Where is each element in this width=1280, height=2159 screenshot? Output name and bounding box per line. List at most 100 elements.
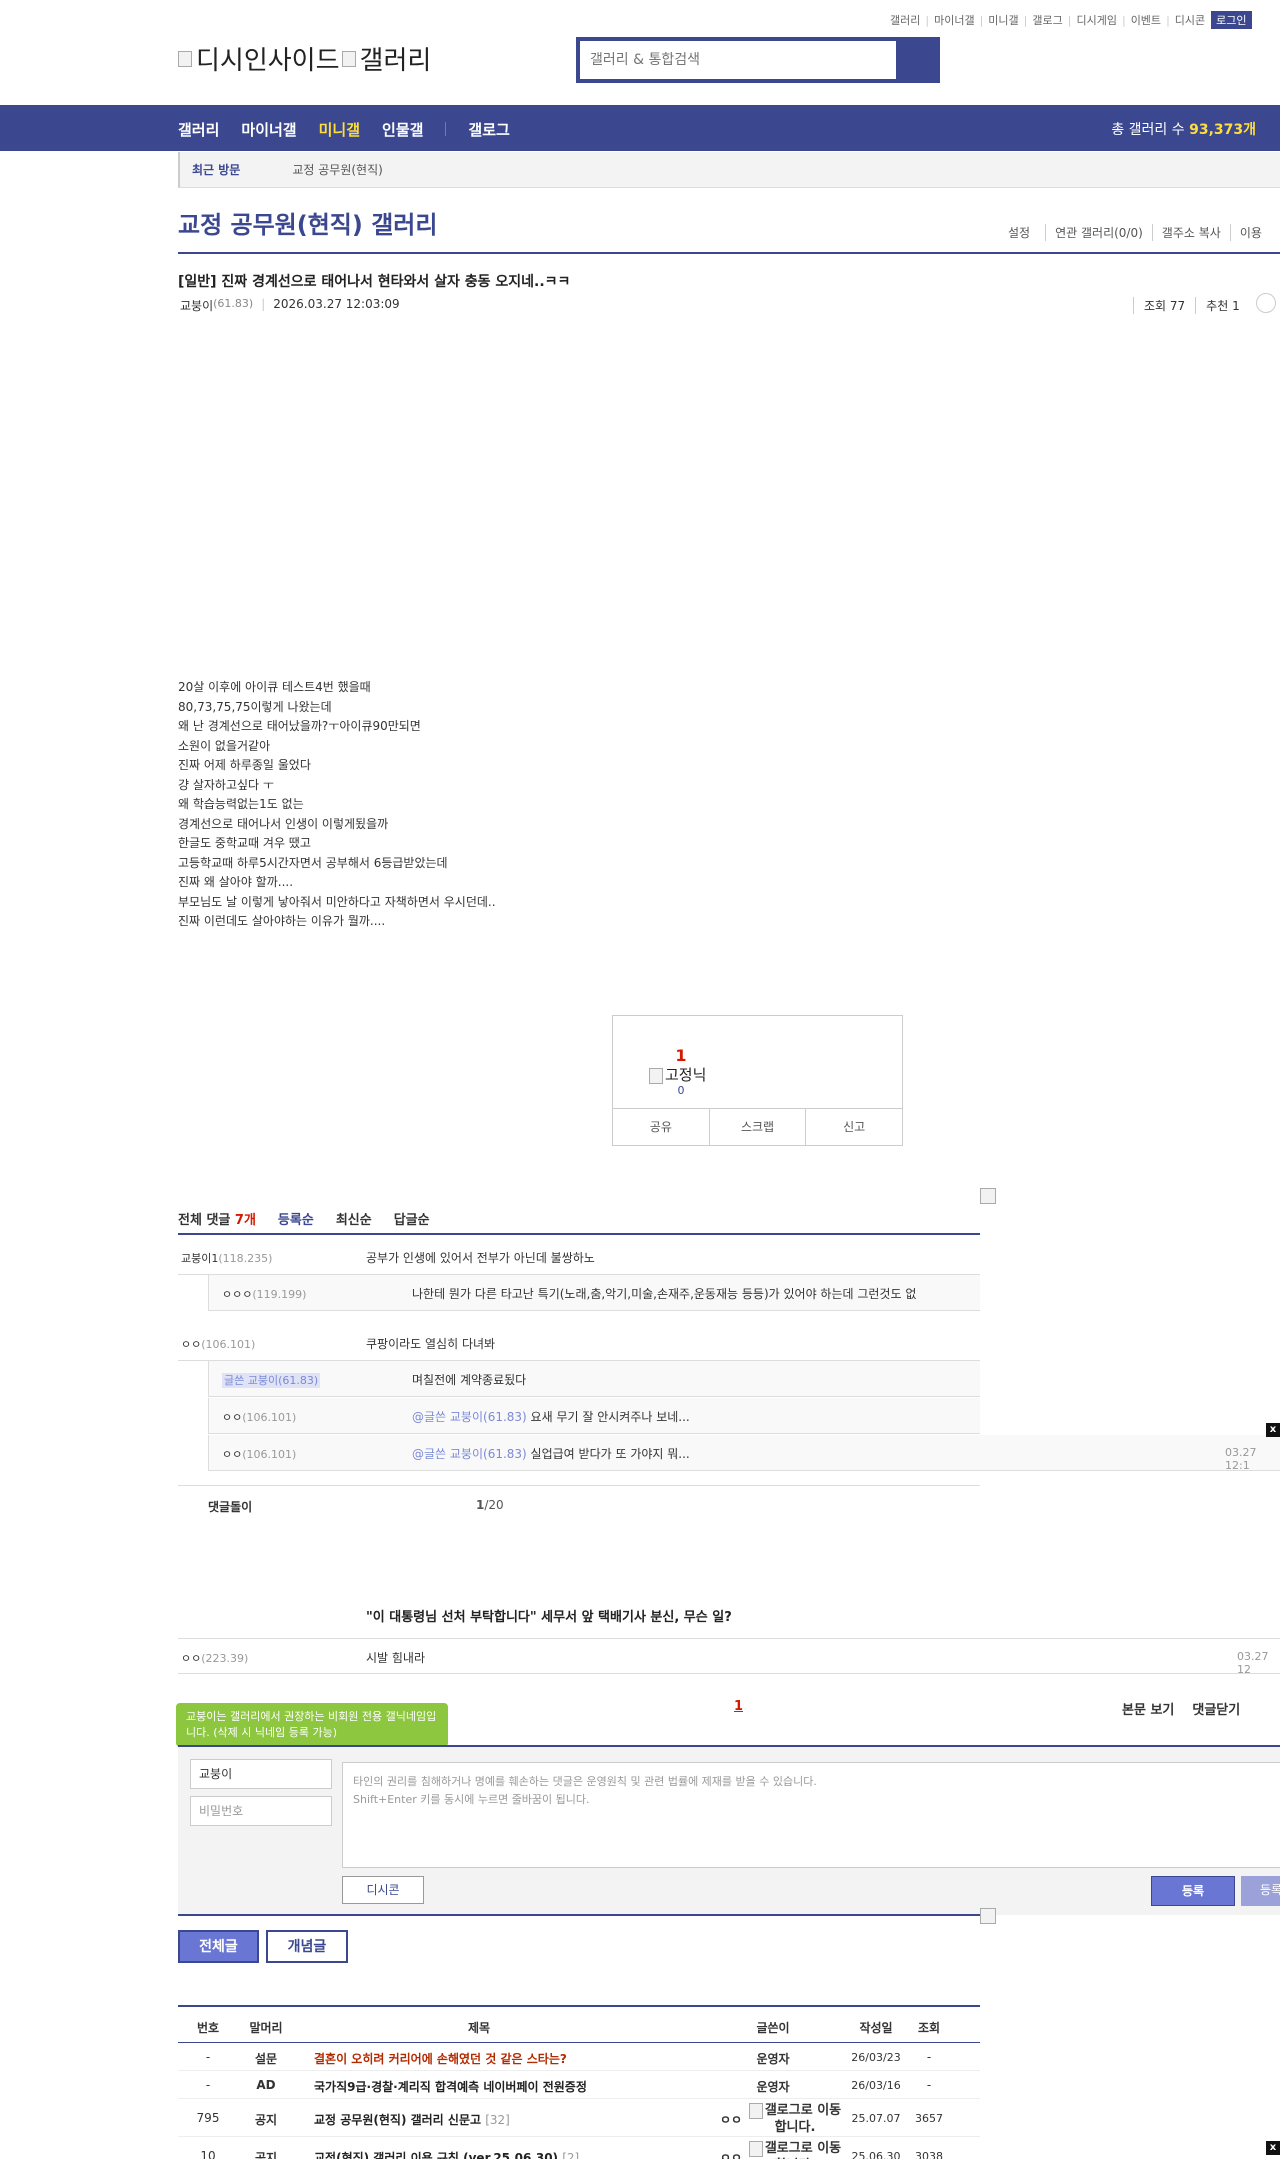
comment-date: 03.27 12 xyxy=(1237,1650,1269,1676)
nav-gallog[interactable]: 갤로그 xyxy=(468,119,509,140)
sort-replies[interactable]: 답글순 xyxy=(394,1209,430,1228)
login-button[interactable]: 로그인 xyxy=(1211,11,1252,29)
util-link-gallery[interactable]: 갤러리 xyxy=(890,12,920,28)
util-links: 갤러리 | 마이너갤 | 미니갤 | 갤로그 | 디시게임 | 이벤트 | 디시콘 로그인 xyxy=(890,11,1252,29)
comment-header: 전체 댓글 7개 등록순 최신순 답글순 xyxy=(178,1209,430,1228)
global-nav: 갤러리 마이너갤 미니갤 인물갤 갤로그 총 갤러리 수 93,373개 xyxy=(0,105,1280,151)
submit-recommend-button[interactable]: 등록 xyxy=(1241,1876,1280,1906)
fixed-nick-recommend[interactable]: 고정닉 xyxy=(649,1064,706,1085)
password-input[interactable]: 비밀번호 xyxy=(190,1796,332,1826)
nickname-tooltip: 교붕이는 갤러리에서 권장하는 비회원 전용 갤닉네임입니다. (삭제 시 닉네… xyxy=(176,1703,448,1753)
post-link[interactable]: 국가직9급·경찰·계리직 합격예측 네이버페이 전원증정 xyxy=(314,2078,587,2095)
post-list-row: 795 공지 교정 공무원(현직) 갤러리 신문고 [32] ㅇㅇ 갤로그로 이… xyxy=(178,2099,980,2137)
gallog-link[interactable]: 갤로그로 이동합니다. xyxy=(745,2140,845,2159)
tab-all-posts[interactable]: 전체글 xyxy=(178,1930,259,1963)
post-author-ip: (61.83) xyxy=(213,297,254,310)
util-link-game[interactable]: 디시게임 xyxy=(1076,12,1116,28)
comment-nick[interactable]: ㅇㅇ(106.101) xyxy=(222,1409,296,1425)
comment-mention[interactable]: @글쓴 교붕이(61.83) xyxy=(412,1410,527,1424)
post-link[interactable]: 결혼이 오히려 커리어에 손해였던 것 같은 스타는? xyxy=(314,2050,567,2067)
usage-link[interactable]: 이용 xyxy=(1229,224,1271,241)
close-icon[interactable]: x xyxy=(1266,1423,1280,1437)
comment-text: 쿠팡이라도 열심히 다녀봐 xyxy=(366,1337,496,1351)
gallery-title[interactable]: 교정 공무원(현직) 갤러리 xyxy=(178,205,437,240)
nav-divider xyxy=(445,122,447,136)
comment-mention[interactable]: @글쓴 교붕이(61.83) xyxy=(412,1447,527,1461)
comment-text: @글쓴 교붕이(61.83) 요새 무기 잘 안시켜주나 보네... xyxy=(412,1410,690,1424)
news-title[interactable]: "이 대통령님 선처 부탁합니다" 세무서 앞 택배기사 분신, 무슨 일? xyxy=(366,1606,732,1625)
post-date: 2026.03.27 12:03:09 xyxy=(273,297,400,311)
post-meta: 교붕이 (61.83) | 2026.03.27 12:03:09 xyxy=(180,297,400,314)
util-link-minor[interactable]: 마이너갤 xyxy=(934,12,974,28)
post-list-row: - AD 국가직9급·경찰·계리직 합격예측 네이버페이 전원증정 운영자 26… xyxy=(178,2071,980,2099)
comment-row: 교붕이1(118.235) 공부가 인생에 있어서 전부가 아닌데 불쌍하노 xyxy=(178,1239,980,1275)
broken-image-icon xyxy=(178,50,192,67)
sort-latest[interactable]: 최신순 xyxy=(336,1209,372,1228)
fixed-nick-count: 0 xyxy=(677,1084,685,1097)
close-comments-button[interactable]: 댓글닫기 xyxy=(1192,1699,1240,1718)
post-author[interactable]: 교붕이 xyxy=(180,297,213,314)
nav-gallery[interactable]: 갤러리 xyxy=(178,119,219,140)
search-button[interactable] xyxy=(896,41,936,79)
post-link[interactable]: 교정(현직) 갤러리 이용 규칙 (ver.25.06.30) [2] xyxy=(314,2149,579,2159)
post-list-row: - 설문 결혼이 오히려 커리어에 손해였던 것 같은 스타는? 운영자 26/… xyxy=(178,2043,980,2071)
submit-comment-button[interactable]: 등록 xyxy=(1151,1876,1235,1906)
util-link-dccon[interactable]: 디시콘 xyxy=(1175,12,1205,28)
search-bar xyxy=(576,37,940,83)
scrap-button[interactable]: 스크랩 xyxy=(708,1109,806,1145)
comment-nick[interactable]: ㅇㅇ(106.101) xyxy=(181,1336,255,1352)
comment-nick[interactable]: ㅇㅇ(223.39) xyxy=(181,1650,248,1666)
share-button[interactable]: 공유 xyxy=(613,1109,709,1145)
sort-registered[interactable]: 등록순 xyxy=(278,1209,314,1228)
close-icon[interactable]: x xyxy=(1266,2141,1280,2155)
util-link-event[interactable]: 이벤트 xyxy=(1131,12,1161,28)
dccon-button[interactable]: 디시콘 xyxy=(342,1876,424,1904)
util-link-gallog[interactable]: 갤로그 xyxy=(1032,12,1062,28)
comment-nick[interactable]: 글쓴 교붕이(61.83) xyxy=(222,1372,321,1388)
comment-view-buttons: 본문 보기 댓글닫기 xyxy=(1122,1699,1258,1718)
post-list-header: 번호 말머리 제목 글쓴이 작성일 조회 xyxy=(178,2005,980,2043)
util-link-mini[interactable]: 미니갤 xyxy=(988,12,1018,28)
broken-image-icon xyxy=(980,1908,996,1924)
gallery-settings-link[interactable]: 설정 xyxy=(1008,224,1039,241)
search-input[interactable] xyxy=(580,41,896,79)
more-options-icon[interactable] xyxy=(1255,293,1276,313)
comment-row: ㅇㅇ(106.101) 쿠팡이라도 열심히 다녀봐 xyxy=(178,1325,980,1361)
copy-address-link[interactable]: 갤주소 복사 xyxy=(1151,224,1230,241)
gallog-link[interactable]: 갤로그로 이동합니다. xyxy=(745,2102,845,2136)
comment-header-rule xyxy=(178,1233,980,1235)
broken-image-icon xyxy=(649,1067,663,1084)
comment-nick[interactable]: ㅇㅇㅇ(119.199) xyxy=(222,1286,306,1302)
view-post-button[interactable]: 본문 보기 xyxy=(1122,1699,1174,1718)
nav-mini[interactable]: 미니갤 xyxy=(319,119,360,140)
recommend-box: 1 고정닉 0 공유 스크랩 신고 xyxy=(612,1015,903,1146)
comment-nick[interactable]: ㅇㅇ(106.101) xyxy=(222,1446,296,1462)
post-title: [일반] 진짜 경계선으로 태어나서 현타와서 살자 충동 오지네..ㅋㅋ xyxy=(178,274,571,290)
broken-image-icon xyxy=(341,50,356,67)
comment-text: 공부가 인생에 있어서 전부가 아닌데 불쌍하노 xyxy=(366,1251,595,1265)
recent-visit-label[interactable]: 최근 방문 xyxy=(192,161,240,178)
comment-dolbot-label: 댓글돌이 xyxy=(208,1500,253,1514)
nav-minor[interactable]: 마이너갤 xyxy=(241,119,296,140)
recent-visit-item[interactable]: 교정 공무원(현직) xyxy=(292,161,382,178)
related-gallery-link[interactable]: 연관 갤러리(0/0) xyxy=(1045,224,1152,241)
nav-person[interactable]: 인물갤 xyxy=(382,119,423,140)
reply-row: ㅇㅇㅇ(119.199) 나한테 뭔가 다른 타고난 특기(노래,춤,악기,미술… xyxy=(208,1275,980,1311)
comment-dolbot-page: 1/20 xyxy=(476,1498,504,1512)
comment-page-1[interactable]: 1 xyxy=(734,1699,743,1714)
divider xyxy=(178,1485,980,1486)
comment-text: 며칠전에 계약종료됬다 xyxy=(412,1373,527,1387)
nickname-input[interactable]: 교붕이 xyxy=(190,1759,332,1789)
site-logo[interactable]: 디시인사이드 갤러리 xyxy=(178,40,431,77)
tab-concept-posts[interactable]: 개념글 xyxy=(266,1930,348,1963)
post-recommends: 추천 1 xyxy=(1195,297,1250,314)
comment-textarea[interactable]: 타인의 권리를 침해하거나 명예를 훼손하는 댓글은 운영원칙 및 관련 법률에… xyxy=(342,1762,1280,1868)
post-link[interactable]: 교정 공무원(현직) 갤러리 신문고 [32] xyxy=(314,2111,510,2128)
reply-row: 글쓴 교붕이(61.83) 며칠전에 계약종료됬다 xyxy=(208,1361,980,1397)
comment-nick[interactable]: 교붕이1(118.235) xyxy=(181,1250,272,1266)
report-button[interactable]: 신고 xyxy=(805,1109,902,1145)
reply-row: ㅇㅇ(106.101) @글쓴 교붕이(61.83) 요새 무기 잘 안시켜주나… xyxy=(208,1398,980,1434)
reply-row: ㅇㅇ(106.101) @글쓴 교붕이(61.83) 실업급여 받다가 또 가야… xyxy=(208,1435,1280,1472)
logo-site-alt: 디시인사이드 xyxy=(196,46,340,76)
comment-write-area: 교붕이 비밀번호 타인의 권리를 침해하거나 명예를 훼손하는 댓글은 운영원칙… xyxy=(178,1745,1280,1915)
